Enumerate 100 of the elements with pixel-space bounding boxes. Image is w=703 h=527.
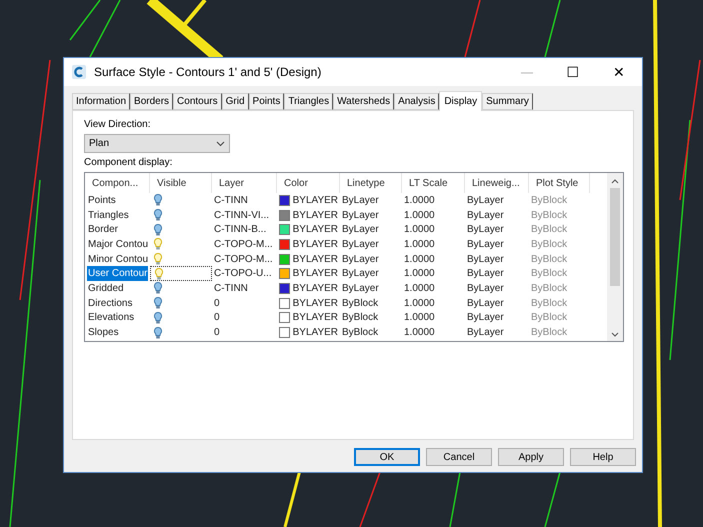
tab[interactable]: Summary [482, 93, 533, 110]
table-cell-text: ByBlock [531, 282, 568, 296]
table-cell[interactable]: Directions [87, 296, 134, 310]
dialog-button[interactable]: OK [354, 448, 420, 466]
table-cell[interactable]: Minor Contou [87, 252, 150, 266]
table-cell-text: 1.0000 [404, 267, 435, 282]
table-cell[interactable]: Elevations [87, 310, 136, 326]
tab[interactable]: Triangles [284, 93, 334, 110]
light-bulb-icon[interactable] [154, 224, 162, 236]
tab[interactable]: Display [439, 91, 482, 111]
table-cell-text: 1.0000 [404, 223, 435, 238]
color-swatch[interactable] [279, 224, 290, 236]
tab[interactable]: Information [72, 93, 130, 110]
table-cell-text: 1.0000 [404, 252, 435, 267]
light-bulb-icon[interactable] [154, 282, 162, 294]
table-cell[interactable]: Points [87, 193, 117, 208]
table-cell-text: 1.0000 [404, 311, 435, 326]
color-swatch[interactable] [279, 238, 290, 250]
table-cell-text: ByLayer [467, 267, 504, 282]
tab[interactable]: Contours [173, 93, 222, 110]
table-cell-text: C-TOPO-M... [214, 252, 273, 267]
dialog-button[interactable]: Help [570, 448, 636, 466]
color-swatch[interactable] [279, 268, 290, 280]
color-swatch[interactable] [279, 282, 290, 294]
dialog-button[interactable]: Cancel [426, 448, 492, 466]
window-title: Surface Style - Contours 1' and 5' (Design) [94, 64, 322, 81]
table-cell[interactable]: Major Contou [87, 237, 150, 252]
color-swatch[interactable] [279, 210, 290, 221]
table-cell-text: 1.0000 [404, 238, 435, 252]
table-cell-text: ByBlock [531, 296, 568, 311]
chevron-down-icon [216, 140, 225, 146]
table-cell-text: C-TINN [214, 194, 248, 208]
table-cell-text: ByLayer [342, 252, 379, 267]
column-header[interactable]: LT Scale [402, 173, 465, 193]
light-bulb-icon[interactable] [155, 268, 163, 280]
table-cell-text: BYLAYER [292, 208, 338, 223]
table-cell-text: ByLayer [467, 252, 504, 267]
color-swatch[interactable] [279, 312, 290, 324]
scroll-up-icon [611, 179, 619, 184]
color-swatch[interactable] [279, 327, 290, 338]
color-swatch[interactable] [279, 254, 290, 265]
light-bulb-icon[interactable] [154, 312, 162, 324]
table-cell-text: BYLAYER [292, 223, 338, 238]
tab[interactable]: Borders [130, 93, 174, 110]
table-cell-text: C-TOPO-M... [214, 238, 273, 252]
table-cell[interactable]: Gridded [87, 281, 125, 296]
column-header[interactable]: Plot Style [529, 173, 590, 193]
table-cell-text: ByLayer [467, 311, 504, 326]
table-cell-text: ByLayer [342, 194, 379, 208]
light-bulb-icon[interactable] [154, 253, 162, 266]
table-cell-text: ByLayer [342, 267, 379, 282]
table-cell-text: ByLayer [467, 223, 504, 238]
light-bulb-icon[interactable] [154, 238, 162, 250]
light-bulb-icon[interactable] [154, 209, 162, 222]
table-cell[interactable]: Triangles [87, 208, 130, 222]
color-swatch[interactable] [279, 298, 290, 309]
table-cell-text: ByBlock [531, 238, 568, 252]
table-cell-text: 1.0000 [404, 208, 435, 223]
column-header[interactable]: Layer [212, 173, 277, 193]
tab[interactable]: Grid [222, 93, 249, 110]
table-cell[interactable]: User Contour [87, 266, 148, 282]
table-cell-text: 1.0000 [404, 296, 435, 311]
color-swatch[interactable] [279, 194, 290, 206]
table-cell-text: BYLAYER [292, 252, 338, 267]
table-cell-text: ByLayer [342, 238, 379, 252]
table-cell-text: ByLayer [467, 296, 504, 311]
tab[interactable]: Points [248, 93, 284, 110]
maximize-button[interactable]: ☐ [550, 58, 596, 86]
table-cell-text: ByLayer [342, 223, 379, 238]
scrollbar[interactable] [607, 173, 623, 341]
table-cell-text: C-TOPO-U... [214, 267, 272, 282]
column-header[interactable]: Visible [150, 173, 212, 193]
light-bulb-icon[interactable] [154, 326, 162, 339]
close-button[interactable]: ✕ [596, 58, 642, 86]
table-cell-text: ByBlock [531, 208, 568, 223]
light-bulb-icon[interactable] [154, 194, 162, 206]
table-cell-text: C-TINN-B... [214, 223, 266, 238]
column-header[interactable]: Compon... [85, 173, 150, 193]
dialog-button[interactable]: Apply [498, 448, 564, 466]
table-cell-text: ByLayer [467, 194, 504, 208]
scrollbar-thumb[interactable] [610, 188, 620, 286]
field-label: View Direction: [84, 119, 152, 131]
view-direction-dropdown[interactable]: Plan [84, 134, 230, 153]
table-cell-text: 0 [214, 311, 220, 326]
column-header[interactable]: Lineweig... [465, 173, 529, 193]
table-cell-text: ByLayer [467, 282, 504, 296]
table-cell-text: ByBlock [531, 223, 568, 238]
column-header[interactable]: Linetype [340, 173, 402, 193]
tab[interactable]: Analysis [394, 93, 440, 110]
table-cell-text: ByBlock [531, 311, 568, 326]
field-label: Component display: [84, 157, 174, 169]
table-cell-text: ByBlock [531, 267, 568, 282]
table-cell[interactable]: Slopes [87, 325, 120, 340]
light-bulb-icon[interactable] [154, 297, 162, 310]
table-cell[interactable]: Border [87, 222, 120, 238]
table-cell-text: ByBlock [531, 326, 568, 340]
tab[interactable]: Watersheds [333, 93, 394, 110]
table-cell-text: BYLAYER [292, 194, 338, 208]
column-header[interactable]: Color [277, 173, 340, 193]
table-cell-text: BYLAYER [292, 326, 338, 340]
